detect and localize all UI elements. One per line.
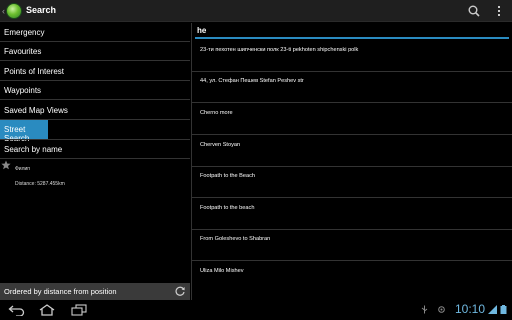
clock: 10:10	[455, 302, 486, 316]
menu-item-street-search[interactable]: Street Search	[0, 120, 48, 143]
search-underline	[195, 37, 509, 39]
refresh-icon[interactable]	[174, 285, 186, 297]
search-field[interactable]	[195, 24, 509, 39]
favourite-distance: Distance: 5287.455km	[15, 181, 65, 187]
menu-item-search-by-name[interactable]: Search by name	[0, 140, 190, 159]
list-item-label: Cherno more	[200, 110, 233, 116]
signal-icon	[488, 305, 497, 314]
list-item-label: Uliza Milo Mishev	[200, 268, 244, 274]
up-caret-icon[interactable]: ‹	[2, 6, 5, 16]
battery-icon	[500, 305, 507, 314]
menu-item-waypoints[interactable]: Waypoints	[0, 81, 190, 100]
menu-item-saved-map-views[interactable]: Saved Map Views	[0, 101, 190, 120]
usb-icon	[421, 305, 428, 314]
list-item[interactable]: Cherno more	[192, 103, 512, 135]
star-icon[interactable]	[1, 160, 11, 170]
list-item[interactable]: 44, ул. Стефан Пешев Stefan Peshev str	[192, 71, 512, 103]
menu-item-emergency[interactable]: Emergency	[0, 23, 190, 42]
results-list: 23-ти пехотен шипченски полк 23-ti pekho…	[192, 40, 512, 292]
page-title: Search	[26, 5, 57, 15]
app-globe-icon[interactable]	[6, 3, 22, 19]
list-item-label: 44, ул. Стефан Пешев Stefan Peshev str	[200, 78, 304, 84]
list-item[interactable]: Uliza Milo Mishev	[192, 261, 512, 293]
menu-item-points-of-interest[interactable]: Points of Interest	[0, 62, 190, 81]
search-input[interactable]	[195, 24, 509, 37]
list-item-label: From Goleshevo to Shabran	[200, 236, 271, 242]
system-bar: 10:10	[0, 300, 512, 320]
list-item-label: 23-ти пехотен шипченски полк 23-ti pekho…	[200, 47, 359, 53]
list-item[interactable]: 23-ти пехотен шипченски полк 23-ti pekho…	[192, 40, 512, 72]
list-item-label: Footpath to the beach	[200, 205, 255, 211]
action-bar: ‹ Search	[0, 0, 512, 22]
list-item[interactable]: From Goleshevo to Shabran	[192, 229, 512, 261]
overflow-menu-icon[interactable]	[494, 4, 504, 18]
back-icon[interactable]	[8, 304, 26, 316]
search-category-list: Emergency Favourites Points of Interest …	[0, 23, 190, 283]
list-item-label: Footpath to the Beach	[200, 173, 256, 179]
list-item[interactable]: Cherven Stoyan	[192, 135, 512, 167]
list-item[interactable]: Footpath to the beach	[192, 198, 512, 230]
favourite-name[interactable]: Филип	[15, 166, 30, 172]
recent-apps-icon[interactable]	[70, 304, 88, 316]
order-bar: Ordered by distance from position	[0, 283, 190, 300]
list-item[interactable]: Footpath to the Beach	[192, 166, 512, 198]
gps-icon	[438, 306, 445, 313]
menu-item-favourites[interactable]: Favourites	[0, 42, 190, 61]
search-icon[interactable]	[467, 4, 481, 18]
list-item-label: Cherven Stoyan	[200, 142, 241, 148]
order-label: Ordered by distance from position	[4, 287, 117, 296]
home-icon[interactable]	[38, 304, 56, 316]
